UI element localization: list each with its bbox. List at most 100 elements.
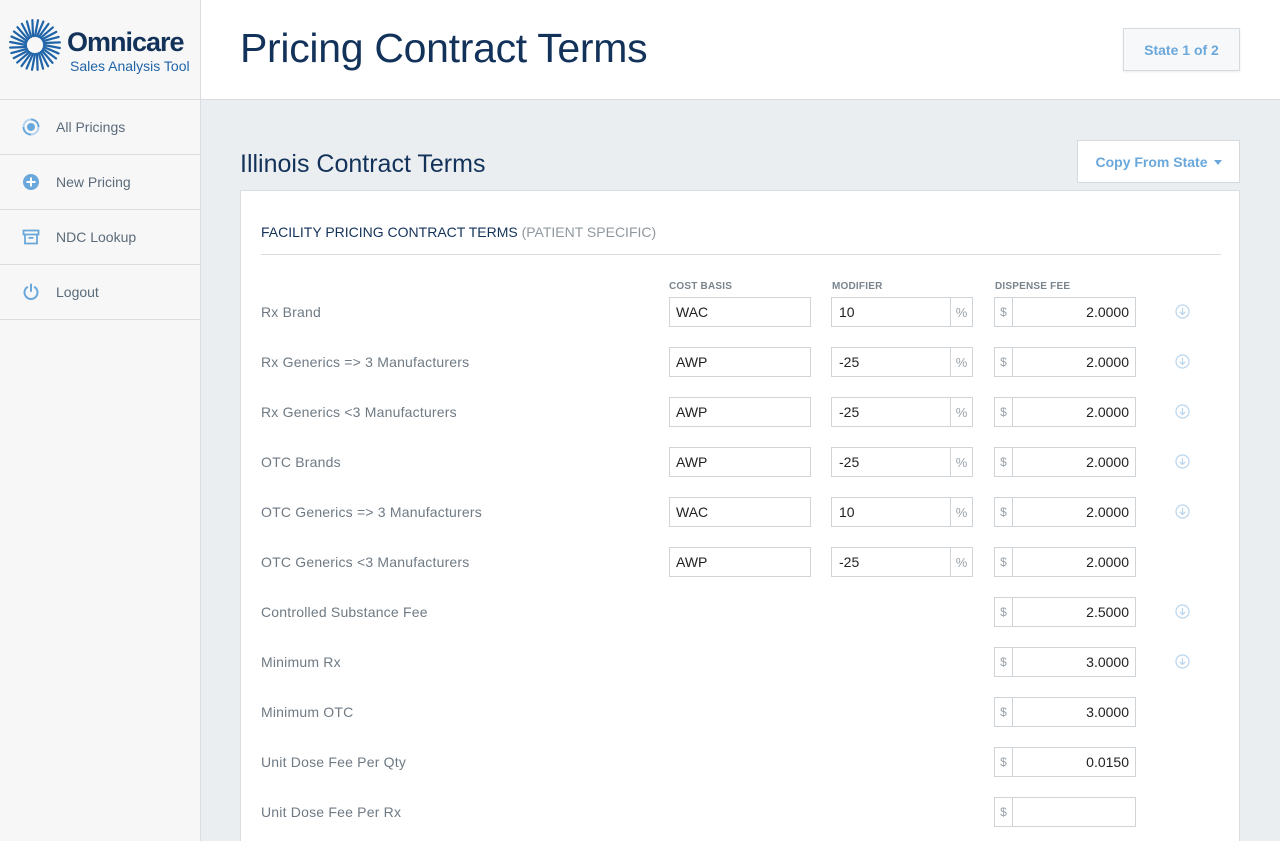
modifier-value: -25: [839, 554, 860, 570]
percent-addon: %: [950, 498, 972, 526]
dispense-fee-value: 2.0000: [1086, 304, 1129, 320]
logo: Omnicare Sales Analysis Tool: [0, 0, 200, 100]
row-label: Minimum OTC: [261, 704, 354, 720]
percent-addon: %: [950, 398, 972, 426]
currency-addon: $: [995, 298, 1013, 326]
modifier-value: -25: [839, 404, 860, 420]
row-label: Unit Dose Fee Per Qty: [261, 754, 407, 770]
dispense-fee-input[interactable]: $2.0000: [994, 297, 1136, 327]
copy-down-arrow-icon[interactable]: [1175, 654, 1190, 669]
cost-basis-select[interactable]: WAC: [669, 297, 811, 327]
currency-addon: $: [995, 698, 1013, 726]
cost-basis-select[interactable]: AWP: [669, 397, 811, 427]
currency-addon: $: [995, 498, 1013, 526]
sidebar-item-label: NDC Lookup: [56, 229, 137, 245]
sidebar: Omnicare Sales Analysis Tool All Pricing…: [0, 0, 201, 841]
table-row: Rx Brand WAC 10% $2.0000: [241, 297, 1241, 327]
row-label: Rx Generics => 3 Manufacturers: [261, 354, 470, 370]
target-icon: [22, 118, 40, 136]
modifier-input[interactable]: 10%: [831, 497, 973, 527]
contract-terms-panel: FACILITY PRICING CONTRACT TERMS (PATIENT…: [240, 190, 1240, 841]
dispense-fee-value: 2.0000: [1086, 504, 1129, 520]
divider: [261, 254, 1221, 255]
copy-down-arrow-icon[interactable]: [1175, 404, 1190, 419]
copy-down-arrow-icon[interactable]: [1175, 354, 1190, 369]
table-row: Unit Dose Fee Per Rx $: [241, 797, 1241, 827]
currency-addon: $: [995, 798, 1013, 826]
currency-addon: $: [995, 398, 1013, 426]
dispense-fee-value: 3.0000: [1086, 654, 1129, 670]
dispense-fee-input[interactable]: $2.5000: [994, 597, 1136, 627]
currency-addon: $: [995, 348, 1013, 376]
currency-addon: $: [995, 448, 1013, 476]
sidebar-item-label: All Pricings: [56, 119, 126, 135]
column-header-modifier: MODIFIER: [832, 281, 883, 292]
row-label: Unit Dose Fee Per Rx: [261, 804, 402, 820]
table-row: Unit Dose Fee Per Qty $0.0150: [241, 747, 1241, 777]
currency-addon: $: [995, 598, 1013, 626]
cost-basis-select[interactable]: AWP: [669, 347, 811, 377]
cost-basis-select[interactable]: AWP: [669, 547, 811, 577]
copy-down-arrow-icon[interactable]: [1175, 304, 1190, 319]
row-label: OTC Generics <3 Manufacturers: [261, 554, 470, 570]
dispense-fee-input[interactable]: $2.0000: [994, 397, 1136, 427]
row-label: Rx Generics <3 Manufacturers: [261, 404, 457, 420]
currency-addon: $: [995, 648, 1013, 676]
row-label: Minimum Rx: [261, 654, 341, 670]
percent-addon: %: [950, 448, 972, 476]
modifier-input[interactable]: -25%: [831, 397, 973, 427]
dispense-fee-input[interactable]: $3.0000: [994, 697, 1136, 727]
dispense-fee-value: 2.5000: [1086, 604, 1129, 620]
sidebar-item-new-pricing[interactable]: New Pricing: [0, 155, 200, 210]
dispense-fee-value: 2.0000: [1086, 454, 1129, 470]
copy-down-arrow-icon[interactable]: [1175, 604, 1190, 619]
caret-down-icon: [1213, 160, 1222, 165]
dispense-fee-input[interactable]: $3.0000: [994, 647, 1136, 677]
table-row: Minimum OTC $3.0000: [241, 697, 1241, 727]
sidebar-item-all-pricings[interactable]: All Pricings: [0, 100, 200, 155]
modifier-input[interactable]: -25%: [831, 547, 973, 577]
dispense-fee-input[interactable]: $2.0000: [994, 497, 1136, 527]
modifier-input[interactable]: -25%: [831, 447, 973, 477]
row-label: Rx Brand: [261, 304, 321, 320]
percent-addon: %: [950, 298, 972, 326]
column-header-dispense-fee: DISPENSE FEE: [995, 281, 1071, 292]
dispense-fee-input[interactable]: $2.0000: [994, 347, 1136, 377]
table-row: Rx Generics => 3 Manufacturers AWP -25% $2.…: [241, 347, 1241, 377]
archive-box-icon: [22, 229, 40, 245]
modifier-value: -25: [839, 354, 860, 370]
panel-title-main: FACILITY PRICING CONTRACT TERMS: [261, 224, 518, 240]
omnicare-starburst-logo-icon: [9, 19, 61, 71]
modifier-value: 10: [839, 304, 855, 320]
dispense-fee-input[interactable]: $0.0150: [994, 747, 1136, 777]
brand-name: Omnicare: [67, 27, 185, 57]
modifier-input[interactable]: 10%: [831, 297, 973, 327]
sidebar-item-ndc-lookup[interactable]: NDC Lookup: [0, 210, 200, 265]
table-row: Rx Generics <3 Manufacturers AWP -25% $2.00…: [241, 397, 1241, 427]
copy-from-state-button[interactable]: Copy From State: [1077, 140, 1240, 183]
column-header-cost-basis: COST BASIS: [669, 281, 733, 292]
power-icon: [23, 283, 39, 300]
modifier-input[interactable]: -25%: [831, 347, 973, 377]
cost-basis-select[interactable]: WAC: [669, 497, 811, 527]
dispense-fee-value: 0.0150: [1086, 754, 1129, 770]
row-label: Controlled Substance Fee: [261, 604, 428, 620]
dispense-fee-value: 2.0000: [1086, 354, 1129, 370]
plus-circle-icon: [23, 174, 39, 190]
percent-addon: %: [950, 348, 972, 376]
copy-down-arrow-icon[interactable]: [1175, 454, 1190, 469]
brand-subtitle: Sales Analysis Tool: [70, 58, 190, 74]
sidebar-item-logout[interactable]: Logout: [0, 265, 200, 320]
table-row: Controlled Substance Fee $2.5000: [241, 597, 1241, 627]
currency-addon: $: [995, 548, 1013, 576]
copy-down-arrow-icon[interactable]: [1175, 504, 1190, 519]
cost-basis-select[interactable]: AWP: [669, 447, 811, 477]
dispense-fee-input[interactable]: $2.0000: [994, 547, 1136, 577]
row-label: OTC Generics => 3 Manufacturers: [261, 504, 482, 520]
dispense-fee-input[interactable]: $: [994, 797, 1136, 827]
dispense-fee-input[interactable]: $2.0000: [994, 447, 1136, 477]
state-indicator-button[interactable]: State 1 of 2: [1123, 28, 1240, 71]
modifier-value: 10: [839, 504, 855, 520]
sidebar-item-label: New Pricing: [56, 174, 131, 190]
panel-title: FACILITY PRICING CONTRACT TERMS (PATIENT…: [261, 224, 656, 240]
